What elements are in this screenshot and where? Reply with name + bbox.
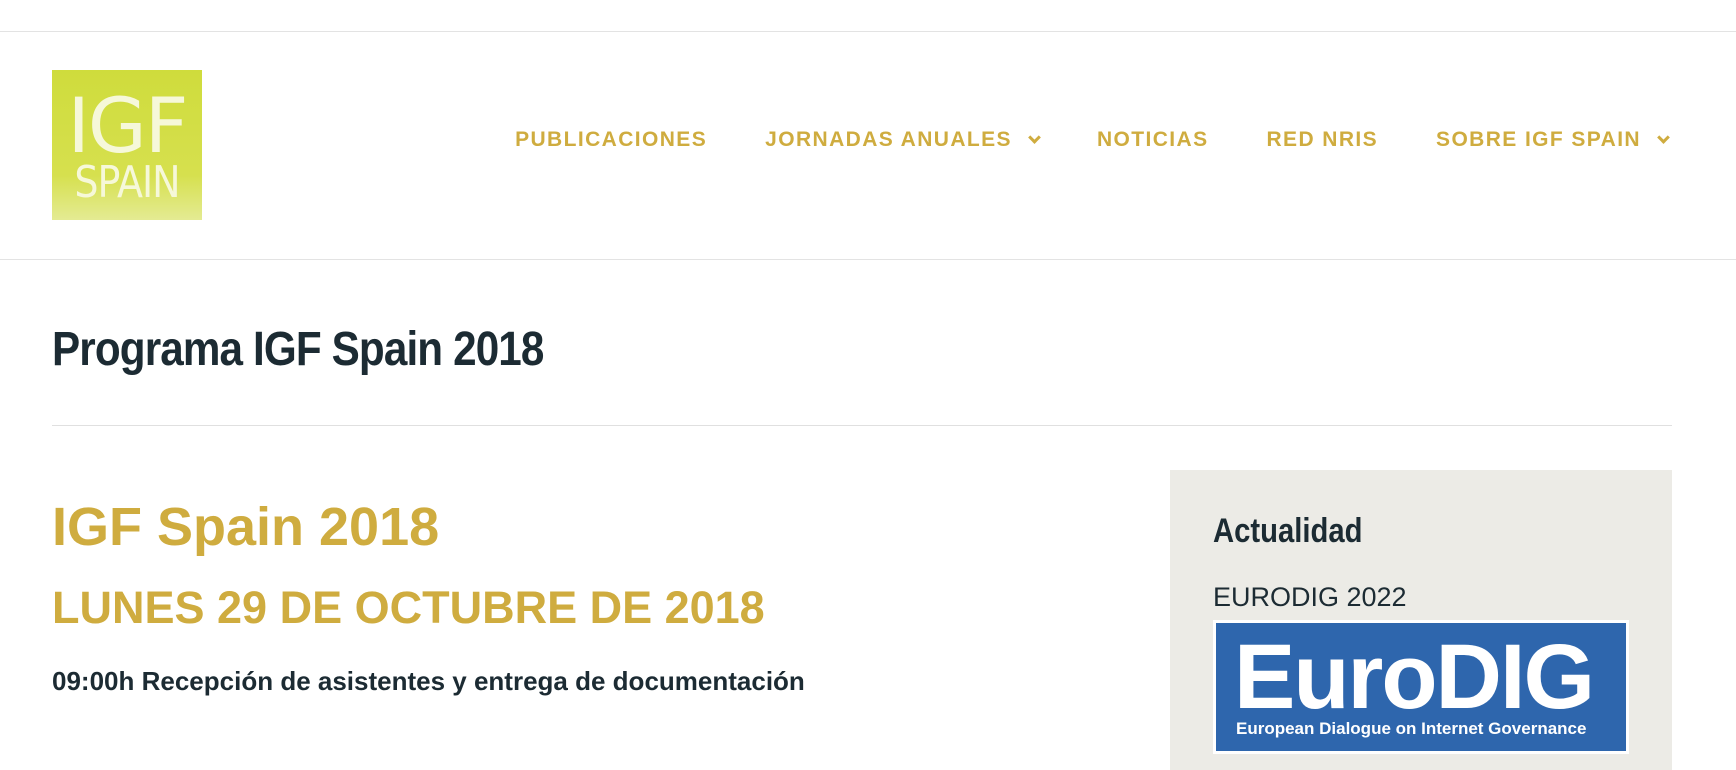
nav-item-label: JORNADAS ANUALES: [765, 128, 1012, 151]
nav-item-label: PUBLICACIONES: [515, 128, 708, 151]
top-strip: [0, 0, 1736, 32]
eurodig-banner-image[interactable]: EuroDIG European Dialogue on Internet Go…: [1213, 620, 1629, 754]
nav-item-jornadas-anuales[interactable]: JORNADAS ANUALES: [765, 128, 1041, 152]
main-nav: PUBLICACIONES JORNADAS ANUALES NOTICIAS …: [515, 128, 1670, 152]
site-header: IGF SPAIN PUBLICACIONES JORNADAS ANUALES…: [0, 32, 1736, 260]
event-title: IGF Spain 2018: [52, 497, 440, 557]
nav-item-sobre-igf-spain[interactable]: SOBRE IGF SPAIN: [1436, 128, 1670, 152]
agenda-item: 09:00h Recepción de asistentes y entrega…: [52, 666, 805, 696]
eurodig-wordmark: EuroDIG: [1234, 626, 1595, 728]
divider: [52, 425, 1672, 426]
nav-item-label: RED NRIS: [1266, 128, 1379, 151]
sidebar-actualidad: Actualidad EURODIG 2022 EuroDIG European…: [1170, 470, 1672, 770]
logo-line-2: SPAIN: [74, 156, 180, 208]
news-item-link[interactable]: EURODIG 2022: [1213, 582, 1407, 613]
igf-spain-logo[interactable]: IGF SPAIN: [52, 70, 202, 220]
nav-item-label: SOBRE IGF SPAIN: [1436, 128, 1641, 151]
logo-line-1: IGF: [67, 81, 188, 170]
chevron-down-icon: [1657, 130, 1670, 144]
sidebar-heading: Actualidad: [1213, 512, 1363, 550]
page-title: Programa IGF Spain 2018: [52, 323, 544, 376]
eurodig-tagline: European Dialogue on Internet Governance: [1236, 719, 1587, 738]
nav-item-noticias[interactable]: NOTICIAS: [1097, 128, 1209, 152]
nav-item-publicaciones[interactable]: PUBLICACIONES: [515, 128, 707, 152]
event-date: LUNES 29 DE OCTUBRE DE 2018: [52, 582, 765, 633]
eurodig-logo: EuroDIG European Dialogue on Internet Go…: [1216, 623, 1626, 751]
nav-item-label: NOTICIAS: [1096, 128, 1209, 151]
nav-item-red-nris[interactable]: RED NRIS: [1266, 128, 1378, 152]
chevron-down-icon: [1028, 130, 1041, 144]
